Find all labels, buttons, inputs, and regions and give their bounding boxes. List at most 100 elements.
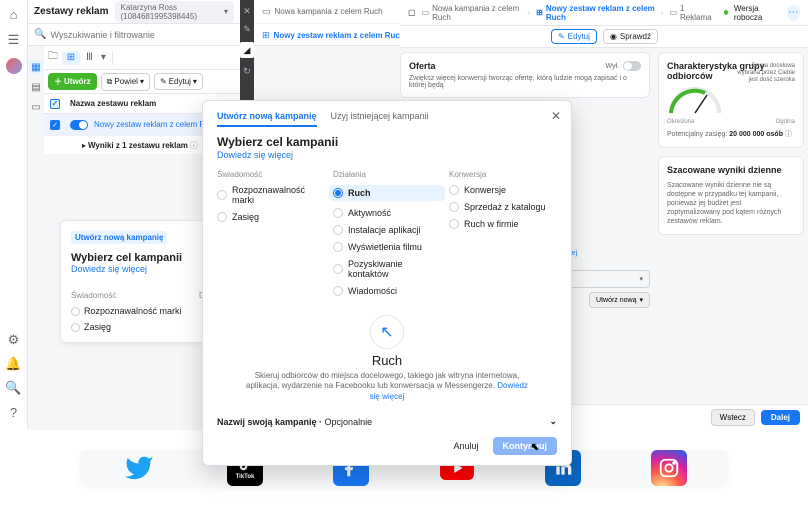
page-title: Zestawy reklam — [34, 6, 109, 17]
radio-store-traffic[interactable]: Ruch w firmie — [449, 219, 557, 229]
search-icon: 🔍 — [34, 29, 46, 40]
breadcrumb-ad-top[interactable]: ▭1 Reklama — [669, 4, 711, 22]
offer-toggle[interactable] — [623, 61, 641, 71]
list-view-icon[interactable]: ▭ — [29, 100, 43, 114]
duplicate-button[interactable]: ⧉Powiel▾ — [101, 73, 150, 91]
continue-button[interactable]: Kontynuuj⬉ — [493, 437, 558, 455]
breadcrumb-adset[interactable]: Nowy zestaw reklam z celem Ruch — [274, 31, 405, 40]
tab-new-campaign[interactable]: Utwórz nową kampanię — [217, 111, 317, 127]
history-icon[interactable]: ↻ — [242, 66, 252, 76]
breadcrumb-adset-top[interactable]: ⊞Nowy zestaw reklam z celem Ruch — [536, 4, 655, 22]
row-name: Nowy zestaw reklam z celem Ruch — [94, 120, 218, 129]
status-toggle[interactable] — [70, 120, 88, 130]
radio-conversions[interactable]: Konwersje — [449, 185, 557, 195]
breadcrumb-campaign-top[interactable]: ▭Nowa kampania z celem Ruch — [422, 4, 522, 22]
info-icon[interactable]: ⓘ — [785, 131, 792, 138]
close-icon[interactable]: ✕ — [242, 6, 252, 16]
chart-view-icon[interactable]: ▤ — [29, 80, 43, 94]
help-icon[interactable]: ? — [6, 404, 22, 420]
search-input[interactable] — [50, 30, 234, 40]
audience-characteristics-card: Charakterystyka grupy odbiorców Określon… — [658, 52, 804, 148]
copy-icon: ⧉ — [107, 77, 113, 87]
folder-icon: ▭ — [262, 6, 271, 17]
instagram-icon[interactable] — [651, 450, 687, 486]
right-sidebar: Charakterystyka grupy odbiorców Określon… — [658, 52, 804, 243]
home-icon[interactable]: ⌂ — [6, 6, 22, 22]
avatar[interactable] — [6, 58, 22, 74]
folder-icon[interactable]: 🗀 — [48, 49, 58, 66]
radio-traffic[interactable]: Ruch — [329, 185, 445, 201]
bell-icon[interactable]: 🔔 — [6, 356, 22, 372]
radio-brand-awareness[interactable]: Rozpoznawalność marki — [71, 306, 182, 316]
review-tab[interactable]: ◉Sprawdź — [603, 29, 658, 44]
cursor-icon: ↖ — [370, 315, 404, 349]
create-campaign-modal: ✕ Utwórz nową kampanię Użyj istniejącej … — [202, 100, 572, 466]
cancel-button[interactable]: Anuluj — [445, 437, 486, 455]
chevron-down-icon: ▾ — [193, 77, 197, 86]
estimated-results-card: Szacowane wyniki dzienne Szacowane wynik… — [658, 156, 804, 235]
radio-reach[interactable]: Zasięg — [217, 212, 325, 222]
radio-video-views[interactable]: Wyświetlenia filmu — [333, 242, 441, 252]
tab-existing-campaign[interactable]: Użyj istniejącej kampanii — [331, 111, 429, 127]
toolbar: ＋Utwórz ⧉Powiel▾ ✎Edytuj▾ — [44, 70, 240, 94]
radio-engagement[interactable]: Aktywność — [333, 208, 441, 218]
eye-icon: ◉ — [610, 32, 617, 41]
column-toggle-icon[interactable]: Ⅲ — [84, 52, 95, 63]
gear-icon[interactable]: ⚙ — [6, 332, 22, 348]
secondary-rail: ▦ ▤ ▭ — [28, 60, 44, 430]
create-button[interactable]: ＋Utwórz — [48, 73, 97, 90]
mini-card-learn-more[interactable]: Dowiedz się więcej — [71, 264, 147, 274]
select-all-checkbox[interactable]: ✓ — [50, 99, 60, 109]
mini-card-badge: Utwórz nową kampanię — [71, 231, 167, 244]
chevron-down-icon: ▾ — [224, 7, 228, 16]
radio-messages[interactable]: Wiadomości — [333, 286, 441, 296]
radio-lead-gen[interactable]: Pozyskiwanie kontaktów — [333, 259, 441, 279]
radio-reach[interactable]: Zasięg — [71, 322, 182, 332]
adset-icon: ⊞ — [536, 8, 543, 17]
create-new-audience-button[interactable]: Utwórz nową▾ — [589, 292, 650, 308]
chevron-down-icon: ▾ — [639, 296, 643, 304]
mouse-cursor-icon: ⬉ — [531, 442, 539, 453]
top-bar: Zestawy reklam Katarzyna Ross (108468199… — [28, 0, 240, 24]
selected-objective-title: Ruch — [241, 353, 533, 368]
chevron-right-icon[interactable]: ▸ — [82, 141, 86, 150]
chevron-down-icon: ⌄ — [549, 416, 557, 427]
search-icon[interactable]: 🔍 — [6, 380, 22, 396]
panel-icon[interactable]: ▢ — [408, 8, 416, 17]
next-button[interactable]: Dalej — [761, 410, 800, 425]
folder-icon: ▭ — [422, 8, 430, 17]
pencil-icon[interactable]: ✎ — [242, 24, 252, 34]
pencil-icon: ✎ — [558, 32, 565, 41]
radio-app-installs[interactable]: Instalacje aplikacji — [333, 225, 441, 235]
column-header-name: Nazwa zestawu reklam — [70, 99, 156, 108]
chevron-down-icon: ▾ — [140, 77, 144, 86]
edit-button[interactable]: ✎Edytuj▾ — [154, 73, 203, 90]
chevron-down-icon: ▾ — [99, 52, 108, 63]
learn-more-link[interactable]: Dowiedz się więcej — [217, 150, 557, 160]
modal-title: Wybierz cel kampanii — [217, 135, 557, 149]
twitter-icon[interactable] — [121, 450, 157, 486]
left-nav-rail: ⌂ ☰ ⚙ 🔔 🔍 ? — [0, 0, 28, 430]
info-icon[interactable]: ⓘ — [190, 140, 198, 151]
status-dot — [724, 10, 728, 15]
edit-tab[interactable]: ✎Edytuj — [551, 29, 597, 44]
view-row: 🗀 ⊞ Ⅲ ▾ — [44, 46, 240, 70]
grid-view-icon[interactable]: ▦ — [29, 60, 43, 74]
section-title: Oferta — [409, 61, 436, 71]
row-checkbox[interactable]: ✓ — [50, 120, 60, 130]
status-badge: Wersja robocza — [734, 4, 781, 22]
search-row: 🔍 — [28, 24, 240, 46]
chevron-down-icon: ▾ — [639, 275, 643, 283]
adset-icon: ⊞ — [262, 30, 270, 41]
account-select[interactable]: Katarzyna Ross (1084681995398445) ▾ — [115, 1, 235, 23]
grid-layout-icon[interactable]: ⊞ — [62, 51, 80, 65]
close-icon[interactable]: ✕ — [551, 109, 561, 123]
chart-icon[interactable]: ◢ — [240, 42, 254, 58]
radio-catalog-sales[interactable]: Sprzedaż z katalogu — [449, 202, 557, 212]
more-menu-icon[interactable]: ⋯ — [787, 5, 800, 21]
menu-icon[interactable]: ☰ — [6, 32, 22, 48]
breadcrumb-campaign[interactable]: Nowa kampania z celem Ruch — [275, 7, 383, 16]
radio-brand-awareness[interactable]: Rozpoznawalność marki — [217, 185, 325, 205]
name-campaign-row[interactable]: Nazwij swoją kampanię · Opcjonalnie ⌄ — [217, 416, 557, 427]
back-button[interactable]: Wstecz — [711, 409, 755, 426]
